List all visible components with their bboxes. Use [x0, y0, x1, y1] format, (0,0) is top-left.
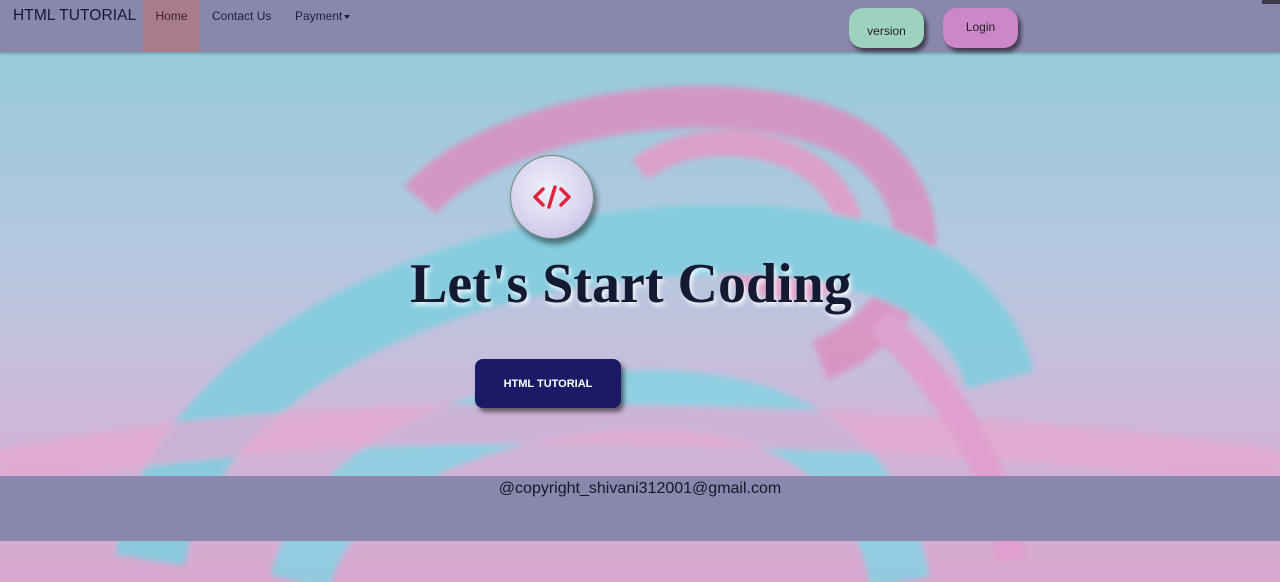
footer-copyright: @copyright_shivani312001@gmail.com	[498, 480, 782, 497]
html-tutorial-button[interactable]: HTML TUTORIAL	[475, 359, 621, 408]
nav-item-contact-us[interactable]: Contact Us	[212, 0, 271, 52]
corner-decoration	[1262, 0, 1280, 4]
nav-item-payment-dropdown[interactable]: Payment	[295, 0, 351, 52]
footer: @copyright_shivani312001@gmail.com	[0, 476, 1280, 541]
hero-headline: Let's Start Coding	[410, 253, 852, 315]
nav-item-home-label: Home	[155, 9, 188, 23]
navbar-brand[interactable]: HTML TUTORIAL	[13, 7, 136, 25]
login-button-label: Login	[965, 20, 996, 34]
version-button-label: version	[867, 24, 906, 38]
code-icon	[510, 155, 594, 239]
top-navbar: HTML TUTORIAL Home Contact Us Payment ve…	[0, 0, 1280, 52]
caret-down-icon	[344, 14, 351, 19]
nav-item-contact-label: Contact Us	[212, 9, 272, 23]
version-button[interactable]: version	[849, 8, 924, 48]
code-brackets-icon	[533, 185, 571, 209]
nav-item-home[interactable]: Home	[143, 0, 200, 52]
login-button[interactable]: Login	[943, 8, 1018, 48]
html-tutorial-button-label: HTML TUTORIAL	[503, 377, 593, 390]
nav-item-payment-label: Payment	[295, 9, 343, 23]
